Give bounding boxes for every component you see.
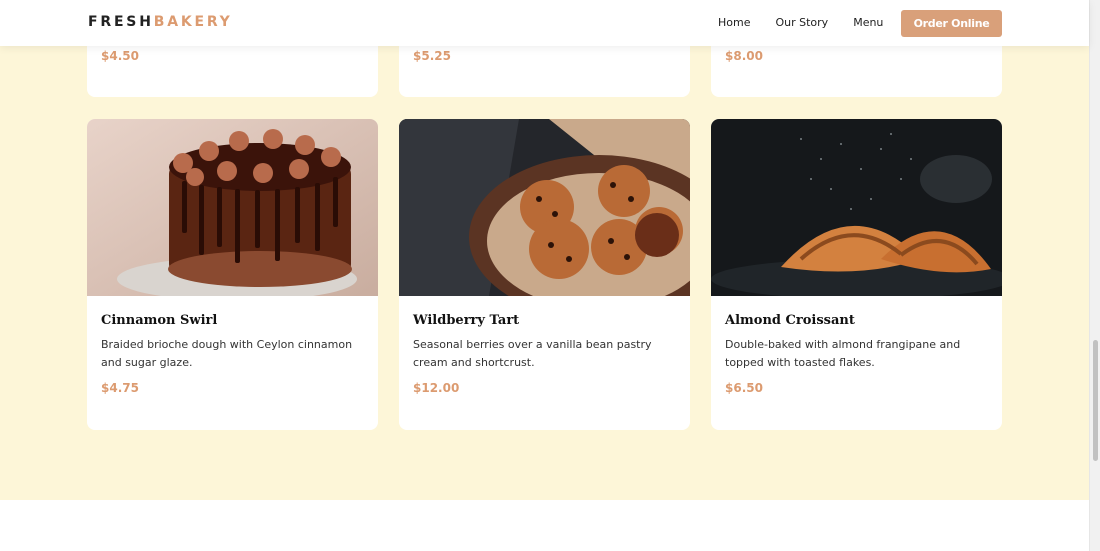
order-online-button[interactable]: Order Online <box>901 10 1002 37</box>
brand-part2: BAKERY <box>153 14 233 30</box>
product-price: $4.50 <box>101 49 139 63</box>
nav-link-home[interactable]: Home <box>718 16 750 29</box>
nav-links: Home Our Story Menu <box>718 16 908 29</box>
product-title: Wildberry Tart <box>413 313 520 328</box>
page: $4.50 $5.25 $8.00 Cinnamon Swirl Braided… <box>0 0 1100 551</box>
product-price: $6.50 <box>725 381 763 395</box>
product-price: $12.00 <box>413 381 460 395</box>
brand-part1: FRESH <box>88 14 154 30</box>
page-scrollbar[interactable] <box>1089 0 1100 551</box>
product-price: $8.00 <box>725 49 763 63</box>
product-card[interactable]: Almond Croissant Double-baked with almon… <box>711 119 1002 430</box>
product-description: Braided brioche dough with Ceylon cinnam… <box>101 338 353 369</box>
croissant-photo <box>711 119 1002 296</box>
products-section: $4.50 $5.25 $8.00 Cinnamon Swirl Braided… <box>0 0 1089 500</box>
top-navigation: FRESHBAKERY Home Our Story Menu Order On… <box>0 0 1089 46</box>
product-price: $5.25 <box>413 49 451 63</box>
product-card[interactable]: Cinnamon Swirl Braided brioche dough wit… <box>87 119 378 430</box>
scrollbar-thumb[interactable] <box>1093 340 1098 461</box>
product-description: Seasonal berries over a vanilla bean pas… <box>413 338 652 369</box>
nav-link-our-story[interactable]: Our Story <box>775 16 828 29</box>
brand-logo[interactable]: FRESHBAKERY <box>88 14 233 30</box>
chocolate-cake-photo <box>87 119 378 296</box>
product-card[interactable]: Wildberry Tart Seasonal berries over a v… <box>399 119 690 430</box>
product-description: Double-baked with almond frangipane and … <box>725 338 961 369</box>
product-title: Almond Croissant <box>725 313 855 328</box>
cookies-basket-photo <box>399 119 690 296</box>
product-price: $4.75 <box>101 381 139 395</box>
product-title: Cinnamon Swirl <box>101 313 218 328</box>
nav-link-menu[interactable]: Menu <box>853 16 883 29</box>
